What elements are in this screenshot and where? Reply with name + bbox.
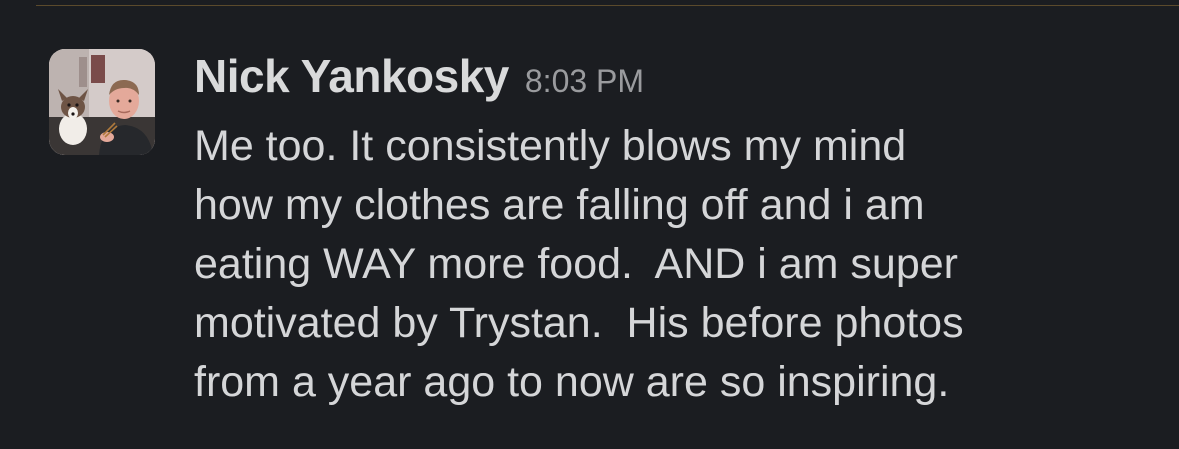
message-text-line: Me too. It consistently blows my mind [194,122,907,170]
user-avatar-photo-icon [49,49,155,155]
message-text: Me too. It consistently blows my mind ho… [194,117,1154,412]
message-timestamp[interactable]: 8:03 PM [525,63,644,100]
message-text-line: how my clothes are falling off and i am [194,181,925,229]
message-text-line: from a year ago to now are so inspiring. [194,358,950,406]
user-avatar[interactable] [49,49,155,155]
top-divider [36,5,1179,6]
message-header: Nick Yankosky 8:03 PM [194,49,1154,107]
message-text-line: motivated by Trystan. His before photos [194,299,964,347]
message-content: Nick Yankosky 8:03 PM Me too. It consist… [194,49,1154,412]
message-text-line: eating WAY more food. AND i am super [194,240,958,288]
author-name[interactable]: Nick Yankosky [194,49,509,103]
message-item[interactable]: Nick Yankosky 8:03 PM Me too. It consist… [49,49,1159,449]
